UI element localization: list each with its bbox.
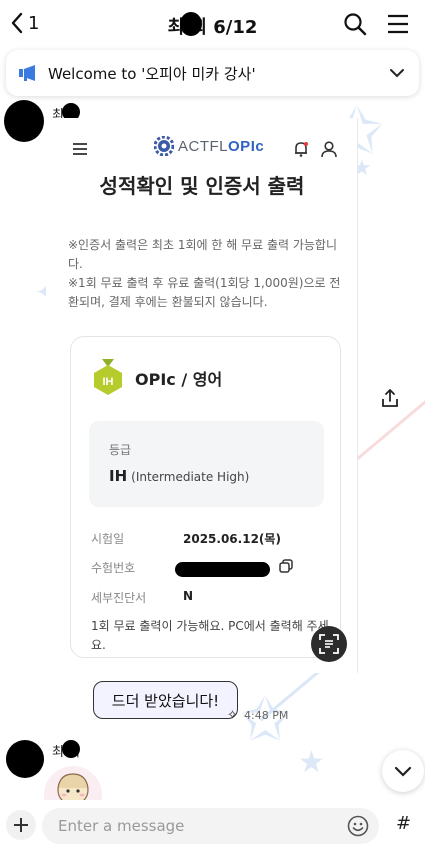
text-scan-button[interactable] [311, 626, 347, 662]
screenshot-note: ※인증서 출력은 최초 1회에 한 해 무료 출력 가능합니다. [68, 238, 338, 271]
megaphone-icon [19, 65, 35, 81]
diagnosis-label: 세부진단서 [91, 591, 147, 605]
background-star-decoration: ★ [298, 745, 325, 780]
certificate-card: IH OPIc / 영어 등급 IH (Intermediate High) 시험… [70, 336, 341, 658]
chevron-down-icon[interactable] [389, 68, 405, 78]
exam-title: OPIc / 영어 [135, 370, 223, 389]
grade-box: 등급 IH (Intermediate High) [89, 421, 324, 507]
diagnosis-value: N [183, 589, 194, 603]
grade-value: IH (Intermediate High) [109, 467, 250, 485]
share-button[interactable] [380, 388, 400, 412]
share-icon [382, 389, 398, 407]
scroll-to-bottom-button[interactable] [382, 750, 424, 792]
screenshot-note: ※1회 무료 출력 후 유료 출력(1회당 1,000원)으로 전환되며, 결제… [68, 276, 341, 309]
emoji-icon[interactable] [347, 815, 369, 837]
sparkle-icon: ✧ [227, 708, 238, 723]
screenshot-heading: 성적확인 및 인증서 출력 [99, 174, 305, 198]
user-icon [321, 141, 337, 158]
attach-button[interactable] [6, 810, 36, 840]
card-footer-text: 1회 무료 출력이 가능해요. PC에서 출력해 주세요. [91, 619, 329, 652]
notice-text: Welcome to '오피아 미카 강사' [48, 64, 256, 83]
redaction-mark [62, 740, 80, 758]
redaction-mark [180, 12, 202, 36]
exam-date-label: 시험일 [91, 532, 125, 546]
chat-header: 1 최 희 6/12 [0, 0, 425, 50]
notification-bell-icon [295, 142, 308, 157]
avatar[interactable] [4, 100, 44, 142]
grade-label: 등급 [109, 443, 132, 457]
message-time: 4:48 PM [244, 709, 289, 722]
exam-date-value: 2025.06.12(목) [183, 532, 281, 546]
message-input[interactable] [42, 808, 379, 844]
menu-icon[interactable] [387, 14, 409, 34]
sticker-message[interactable] [44, 766, 102, 804]
redaction-mark [175, 562, 270, 577]
avatar[interactable] [6, 740, 44, 778]
message-bubble[interactable]: 드더 받았습니다! [93, 681, 238, 719]
actfl-opic-logo: ACTFLOPIc [154, 136, 264, 156]
image-message[interactable]: ACTFLOPIc 성적확인 및 인증서 출력 ※인증서 출력은 최초 1회에 … [46, 118, 358, 673]
svg-text:IH: IH [103, 376, 114, 388]
notice-banner[interactable]: Welcome to '오피아 미카 강사' [6, 50, 419, 96]
message-input-bar: # [0, 800, 425, 851]
chevron-down-icon [394, 766, 412, 777]
hamburger-icon [73, 143, 87, 155]
search-icon[interactable] [343, 12, 367, 36]
copy-icon [279, 559, 293, 573]
gear-logo-icon [154, 136, 174, 156]
screenshot-nav-bar: ACTFLOPIc [46, 132, 357, 166]
ih-badge-icon: IH [94, 359, 122, 395]
character-sticker-icon [48, 773, 98, 804]
scan-text-icon [319, 634, 339, 654]
exam-number-label: 수험번호 [91, 561, 136, 575]
hashtag-button[interactable]: # [396, 813, 411, 834]
plus-icon [14, 818, 28, 832]
